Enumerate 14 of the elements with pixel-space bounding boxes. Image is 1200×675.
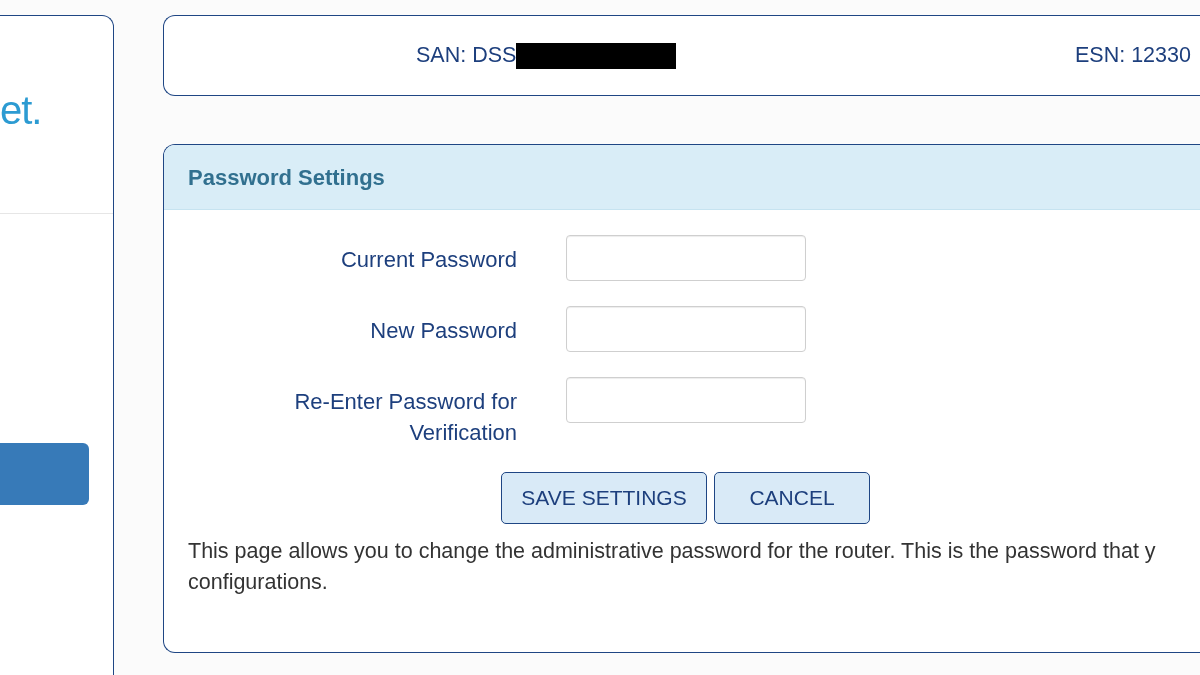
password-field[interactable] — [566, 306, 806, 352]
cancel-button[interactable]: CANCEL — [714, 472, 870, 524]
description-text: This page allows you to change the administrative password for the router. This is the password that y configurations. — [188, 538, 1156, 596]
save-button[interactable]: SAVE SETTINGS — [501, 472, 707, 524]
logo-text: et. — [0, 90, 42, 130]
field-label: Re-Enter Password for Verification — [293, 388, 517, 447]
password-field[interactable] — [566, 377, 806, 423]
panel-title: Password Settings — [188, 163, 385, 192]
field-label: New Password — [369, 317, 517, 345]
field-label: Current Password — [339, 246, 517, 274]
menu-item[interactable] — [0, 443, 89, 505]
device-id-text: SAN: DSS — [416, 42, 517, 69]
password-field[interactable] — [566, 235, 806, 281]
device-id-text: ESN: 12330 — [1075, 42, 1191, 69]
